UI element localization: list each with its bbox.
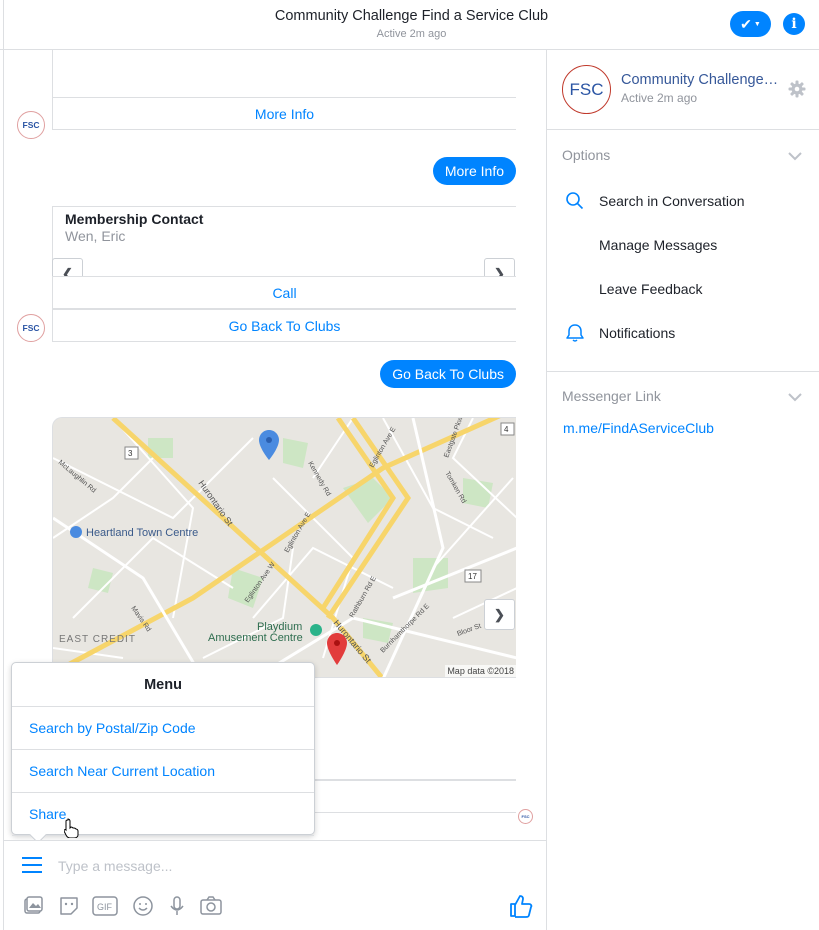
chevron-down-icon[interactable] (787, 392, 803, 402)
gif-icon[interactable]: GIF (92, 894, 118, 918)
menu-item-share[interactable]: Share (12, 793, 314, 836)
composer: GIF (4, 840, 546, 930)
chevron-down-icon[interactable] (787, 151, 803, 161)
microphone-icon[interactable] (164, 894, 190, 918)
persistent-menu: Menu Search by Postal/Zip Code Search Ne… (11, 662, 315, 844)
highway-3-label: 3 (128, 449, 133, 458)
outgoing-message: Go Back To Clubs (380, 360, 516, 388)
conversation-header: Community Challenge Find a Service Club … (0, 0, 819, 50)
highway-4-label: 4 (504, 425, 509, 434)
menu-title: Menu (12, 663, 314, 707)
map-carousel-next-button[interactable]: ❯ (484, 599, 515, 630)
separator (547, 371, 819, 372)
call-button[interactable]: Call (52, 276, 516, 309)
go-back-to-clubs-button[interactable]: Go Back To Clubs (52, 309, 516, 342)
photo-icon[interactable] (20, 894, 46, 918)
more-info-button[interactable]: More Info (52, 97, 516, 130)
hand-cursor-icon (64, 818, 79, 838)
message-input[interactable] (58, 855, 478, 877)
menu-hamburger-icon[interactable] (22, 857, 42, 873)
sticker-icon[interactable] (56, 894, 82, 918)
checkmark-icon: ✔ (740, 15, 752, 32)
option-notifications[interactable]: Notifications (599, 325, 675, 341)
map-label-heartland: Heartland Town Centre (86, 527, 198, 539)
conversation-status: Active 2m ago (376, 28, 447, 40)
map-label-east-credit: EAST CREDIT (59, 634, 136, 645)
map-attribution: Map data ©2018 (445, 665, 516, 677)
separator (547, 129, 819, 130)
message-card (52, 50, 516, 98)
contact-card: Membership Contact Wen, Eric (52, 206, 516, 277)
chevron-right-icon: ❯ (494, 606, 505, 622)
map-label-playdium-2: Amusement Centre (208, 632, 303, 644)
options-section-title[interactable]: Options (562, 147, 610, 163)
contact-card-title: Membership Contact (65, 211, 204, 227)
map-image: 3 4 17 Heartland Town Centre EAST CREDIT… (53, 418, 516, 677)
bot-avatar: FSC (17, 314, 45, 342)
caret-down-icon: ▼ (753, 20, 761, 28)
read-receipt-avatar: FSC (518, 809, 533, 824)
highway-17-label: 17 (468, 572, 477, 581)
bell-icon (566, 324, 584, 342)
menu-item-search-location[interactable]: Search Near Current Location (12, 750, 314, 793)
menu-item-search-postal[interactable]: Search by Postal/Zip Code (12, 707, 314, 750)
mark-read-button[interactable]: ✔ ▼ (730, 11, 771, 37)
gear-icon[interactable] (788, 80, 806, 98)
option-search-in-conversation[interactable]: Search in Conversation (599, 193, 745, 209)
messenger-link-section-title[interactable]: Messenger Link (562, 388, 661, 404)
emoji-icon[interactable] (130, 894, 156, 918)
map-card[interactable]: 3 4 17 Heartland Town Centre EAST CREDIT… (52, 417, 516, 678)
profile-avatar: FSC (562, 65, 611, 114)
conversation-title: Community Challenge Find a Service Club (274, 8, 549, 24)
contact-card-subtitle: Wen, Eric (65, 228, 126, 244)
conversation-details-panel: FSC Community Challenge Find a Service C… (547, 50, 819, 930)
outgoing-message: More Info (432, 157, 516, 185)
profile-status: Active 2m ago (621, 91, 698, 105)
search-icon (566, 192, 584, 210)
profile-name[interactable]: Community Challenge Find a Service Club (621, 72, 781, 88)
info-icon[interactable]: i (783, 13, 805, 35)
camera-icon[interactable] (198, 894, 224, 918)
bot-avatar: FSC (17, 111, 45, 139)
option-manage-messages[interactable]: Manage Messages (599, 237, 717, 253)
gif-label: GIF (97, 902, 113, 912)
messenger-link[interactable]: m.me/FindAServiceClub (563, 420, 714, 436)
like-thumb-icon[interactable] (508, 893, 534, 919)
option-leave-feedback[interactable]: Leave Feedback (599, 281, 703, 297)
